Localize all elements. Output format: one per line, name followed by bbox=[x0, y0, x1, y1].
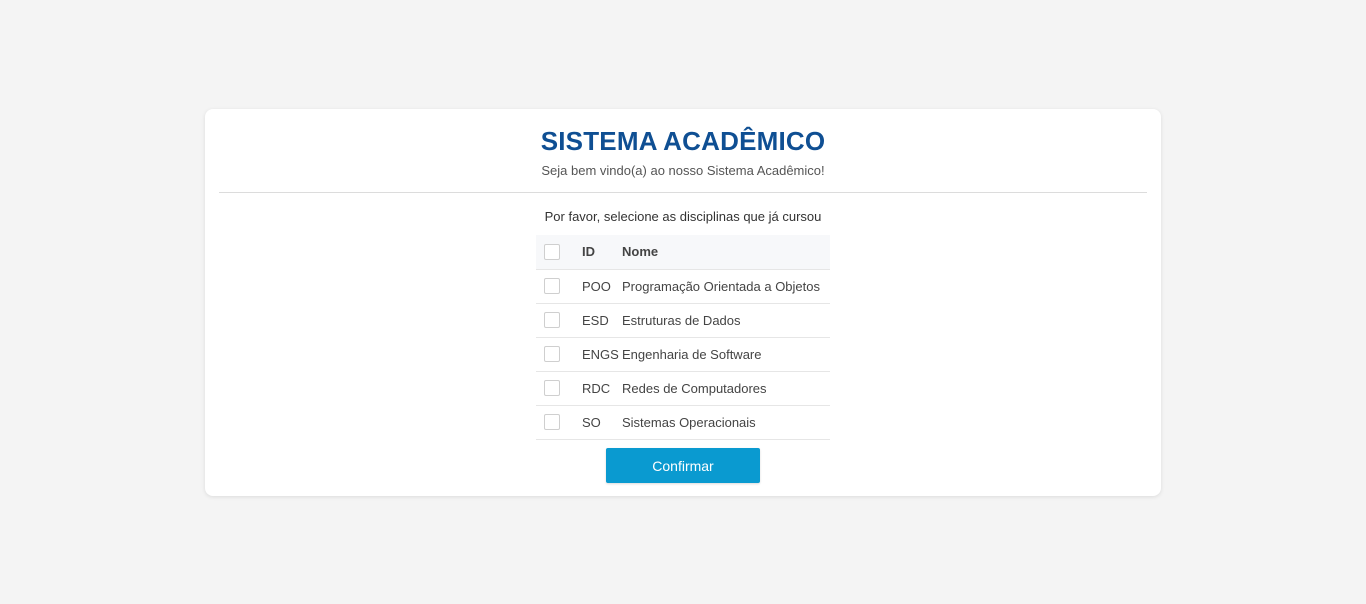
column-header-id: ID bbox=[574, 235, 622, 270]
course-id: ENGS bbox=[574, 337, 622, 372]
course-checkbox[interactable] bbox=[544, 414, 560, 430]
table-row: SO Sistemas Operacionais bbox=[536, 405, 830, 440]
row-checkbox-cell bbox=[536, 405, 574, 440]
table-row: POO Programação Orientada a Objetos bbox=[536, 269, 830, 304]
course-checkbox[interactable] bbox=[544, 278, 560, 294]
row-checkbox-cell bbox=[536, 371, 574, 406]
table-row: RDC Redes de Computadores bbox=[536, 371, 830, 406]
course-checkbox[interactable] bbox=[544, 312, 560, 328]
course-name: Sistemas Operacionais bbox=[622, 405, 830, 440]
select-all-checkbox[interactable] bbox=[544, 243, 560, 260]
course-checkbox[interactable] bbox=[544, 380, 560, 396]
course-name: Programação Orientada a Objetos bbox=[622, 269, 830, 304]
course-id: RDC bbox=[574, 371, 622, 406]
course-name: Estruturas de Dados bbox=[622, 303, 830, 338]
row-checkbox-cell bbox=[536, 303, 574, 338]
confirm-button[interactable]: Confirmar bbox=[606, 448, 760, 483]
header-divider bbox=[219, 192, 1147, 193]
courses-table: ID Nome POO Programação Orientada a Obje… bbox=[536, 235, 830, 440]
course-checkbox[interactable] bbox=[544, 346, 560, 362]
row-checkbox-cell bbox=[536, 337, 574, 372]
welcome-subtitle: Seja bem vindo(a) ao nosso Sistema Acadê… bbox=[541, 163, 825, 178]
table-row: ENGS Engenharia de Software bbox=[536, 337, 830, 372]
course-name: Redes de Computadores bbox=[622, 371, 830, 406]
table-header-row: ID Nome bbox=[536, 235, 830, 270]
row-checkbox-cell bbox=[536, 269, 574, 304]
select-all-cell bbox=[536, 235, 574, 270]
main-card: SISTEMA ACADÊMICO Seja bem vindo(a) ao n… bbox=[205, 109, 1161, 496]
selection-instruction: Por favor, selecione as disciplinas que … bbox=[544, 209, 822, 224]
table-row: ESD Estruturas de Dados bbox=[536, 303, 830, 338]
course-id: ESD bbox=[574, 303, 622, 338]
course-name: Engenharia de Software bbox=[622, 337, 830, 372]
course-id: SO bbox=[574, 405, 622, 440]
course-id: POO bbox=[574, 269, 622, 304]
courses-table-wrapper: ID Nome POO Programação Orientada a Obje… bbox=[536, 235, 830, 440]
page-title: SISTEMA ACADÊMICO bbox=[540, 126, 826, 156]
column-header-name: Nome bbox=[622, 235, 830, 270]
